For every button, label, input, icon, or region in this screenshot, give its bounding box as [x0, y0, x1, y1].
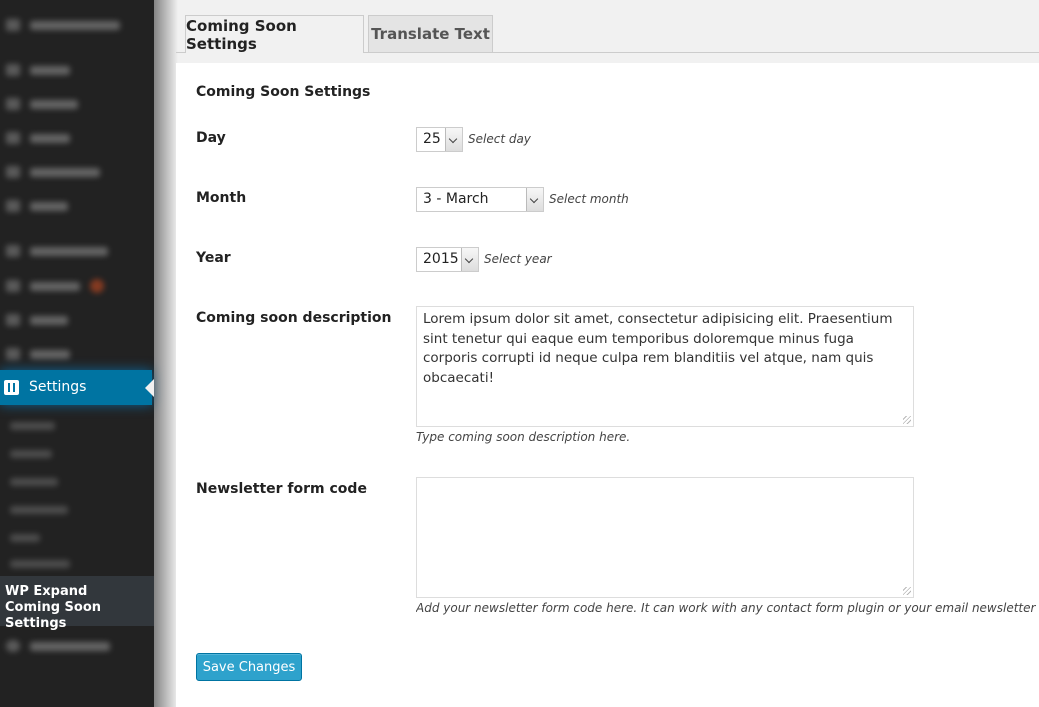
settings-icon	[4, 380, 19, 395]
admin-sidebar: Settings WP Expand Coming Soon Settings	[0, 0, 154, 707]
newsletter-textarea[interactable]	[416, 477, 914, 598]
sidebar-item-settings[interactable]: Settings	[0, 370, 154, 405]
submenu-item-blurred[interactable]	[10, 478, 58, 486]
day-label: Day	[196, 130, 226, 146]
newsletter-hint: Add your newsletter form code here. It c…	[416, 601, 1039, 615]
day-hint: Select day	[468, 132, 531, 146]
day-select[interactable]: 25	[416, 127, 463, 152]
year-value: 2015	[423, 251, 459, 267]
resize-grip-icon[interactable]	[903, 416, 911, 424]
submenu-item-blurred[interactable]	[10, 534, 40, 542]
sidebar-item-blurred[interactable]	[6, 98, 78, 110]
submenu-item-blurred[interactable]	[10, 560, 70, 568]
sidebar-item-blurred[interactable]	[6, 64, 70, 76]
sidebar-item-blurred[interactable]	[6, 200, 68, 212]
year-label: Year	[196, 250, 231, 266]
description-textarea[interactable]: Lorem ipsum dolor sit amet, consectetur …	[416, 306, 914, 427]
resize-grip-icon[interactable]	[903, 587, 911, 595]
sidebar-item-blurred[interactable]	[6, 19, 120, 31]
description-hint: Type coming soon description here.	[416, 430, 631, 444]
newsletter-label: Newsletter form code	[196, 481, 367, 497]
active-arrow-icon	[145, 379, 154, 397]
description-text: Lorem ipsum dolor sit amet, consectetur …	[423, 311, 893, 386]
day-value: 25	[423, 131, 441, 147]
month-label: Month	[196, 190, 247, 206]
chevron-down-icon	[461, 248, 478, 271]
sidebar-item-blurred[interactable]	[6, 279, 104, 293]
year-hint: Select year	[484, 252, 552, 266]
submenu-item-blurred[interactable]	[10, 506, 68, 514]
collapse-menu-blurred[interactable]	[6, 640, 110, 652]
sidebar-item-label: Settings	[29, 379, 87, 395]
tab-coming-soon-settings[interactable]: Coming Soon Settings	[185, 15, 364, 53]
sidebar-item-wp-expand[interactable]: WP Expand Coming Soon Settings	[0, 576, 154, 631]
save-changes-button[interactable]: Save Changes	[196, 653, 302, 681]
chevron-down-icon	[526, 188, 543, 211]
submenu-item-blurred[interactable]	[10, 422, 55, 430]
submenu-item-blurred[interactable]	[10, 450, 52, 458]
sidebar-item-blurred[interactable]	[6, 245, 108, 257]
sidebar-item-blurred[interactable]	[6, 132, 70, 144]
sidebar-item-blurred[interactable]	[6, 166, 100, 178]
sidebar-item-blurred[interactable]	[6, 314, 68, 326]
chevron-down-icon	[445, 128, 462, 151]
sidebar-shadow	[154, 0, 178, 707]
month-hint: Select month	[549, 192, 629, 206]
month-value: 3 - March	[423, 191, 489, 207]
month-select[interactable]: 3 - March	[416, 187, 544, 212]
description-label: Coming soon description	[196, 310, 392, 326]
section-title: Coming Soon Settings	[196, 84, 371, 100]
tab-translate-text[interactable]: Translate Text	[368, 15, 493, 52]
sidebar-item-blurred[interactable]	[6, 348, 70, 360]
sidebar-item-label: WP Expand Coming Soon Settings	[5, 584, 102, 631]
year-select[interactable]: 2015	[416, 247, 479, 272]
